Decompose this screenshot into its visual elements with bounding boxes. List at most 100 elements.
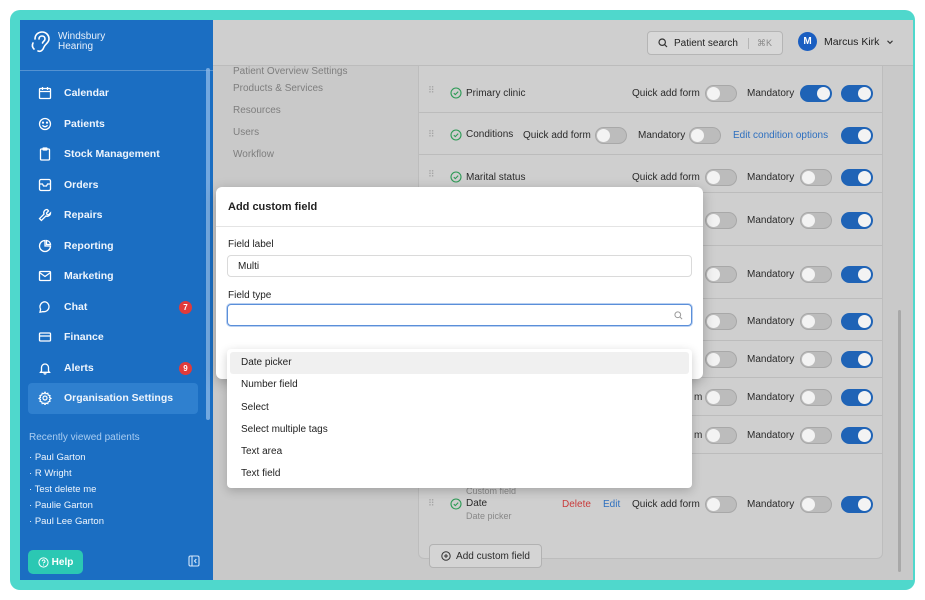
option-select[interactable]: Select bbox=[230, 397, 689, 419]
sidebar-item-stock-management[interactable]: Stock Management bbox=[28, 139, 198, 170]
collapse-sidebar-icon[interactable] bbox=[188, 555, 200, 567]
settings-item-products-services[interactable]: Products & Services bbox=[233, 78, 393, 100]
recent-patient-link[interactable]: · R Wright bbox=[29, 466, 204, 482]
field-label: Primary clinic bbox=[466, 88, 526, 99]
sidebar-item-label: Organisation Settings bbox=[64, 392, 174, 405]
sidebar-item-reporting[interactable]: Reporting bbox=[28, 231, 198, 262]
recent-patient-link[interactable]: · Paul Lee Garton bbox=[29, 514, 204, 530]
option-text-field[interactable]: Text field bbox=[230, 463, 689, 485]
delete-field-link[interactable]: Delete bbox=[562, 499, 591, 510]
field-type-caption: Date picker bbox=[466, 511, 512, 521]
mandatory-toggle[interactable] bbox=[800, 313, 832, 330]
quick-add-form-label: Quick add form bbox=[632, 172, 700, 183]
option-select-multiple-tags[interactable]: Select multiple tags bbox=[230, 419, 689, 441]
mandatory-toggle[interactable] bbox=[800, 389, 832, 406]
settings-item-workflow[interactable]: Workflow bbox=[233, 144, 393, 166]
option-date-picker[interactable]: Date picker bbox=[230, 352, 689, 375]
enabled-toggle[interactable] bbox=[841, 85, 873, 102]
edit-field-link[interactable]: Edit bbox=[603, 499, 620, 510]
chevron-down-icon bbox=[887, 39, 894, 44]
quick-add-form-toggle[interactable] bbox=[705, 389, 737, 406]
enabled-toggle[interactable] bbox=[841, 351, 873, 368]
quick-add-form-toggle[interactable] bbox=[705, 85, 737, 102]
mandatory-toggle[interactable] bbox=[800, 212, 832, 229]
recent-patient-link[interactable]: · Test delete me bbox=[29, 482, 204, 498]
patient-search-label: Patient search bbox=[674, 37, 738, 49]
help-icon bbox=[38, 556, 49, 568]
quick-add-form-toggle[interactable] bbox=[705, 313, 737, 330]
quick-add-form-toggle[interactable] bbox=[595, 127, 627, 144]
sidebar-item-chat[interactable]: Chat 7 bbox=[28, 292, 198, 323]
mandatory-toggle[interactable] bbox=[800, 496, 832, 513]
add-custom-field-button[interactable]: Add custom field bbox=[429, 544, 542, 568]
mandatory-toggle[interactable] bbox=[800, 266, 832, 283]
quick-add-form-toggle[interactable] bbox=[705, 427, 737, 444]
quick-add-form-toggle[interactable] bbox=[705, 169, 737, 186]
sidebar-item-label: Calendar bbox=[64, 87, 109, 100]
enabled-toggle[interactable] bbox=[841, 427, 873, 444]
enabled-toggle[interactable] bbox=[841, 389, 873, 406]
avatar: M bbox=[798, 32, 817, 51]
enabled-toggle[interactable] bbox=[841, 266, 873, 283]
quick-add-form-toggle[interactable] bbox=[705, 212, 737, 229]
sidebar-item-calendar[interactable]: Calendar bbox=[28, 78, 198, 109]
plus-circle-icon bbox=[441, 551, 451, 561]
mandatory-label: Mandatory bbox=[747, 316, 795, 327]
enabled-toggle[interactable] bbox=[841, 127, 873, 144]
sidebar-item-label: Orders bbox=[64, 178, 99, 191]
mandatory-toggle[interactable] bbox=[800, 351, 832, 368]
recent-patient-link[interactable]: · Paul Garton bbox=[29, 450, 204, 466]
mandatory-toggle[interactable] bbox=[800, 169, 832, 186]
option-number-field[interactable]: Number field bbox=[230, 374, 689, 396]
chat-unread-badge: 7 bbox=[179, 300, 192, 314]
enabled-toggle[interactable] bbox=[841, 313, 873, 330]
settings-item-resources[interactable]: Resources bbox=[233, 100, 393, 122]
mandatory-toggle[interactable] bbox=[800, 85, 832, 102]
mail-icon bbox=[38, 269, 52, 283]
user-menu[interactable]: M Marcus Kirk bbox=[798, 32, 894, 51]
sidebar-nav: Calendar Patients Stock Management Order… bbox=[28, 78, 198, 414]
sidebar-item-orders[interactable]: Orders bbox=[28, 170, 198, 201]
option-text-area[interactable]: Text area bbox=[230, 441, 689, 463]
field-type-dropdown: Date picker Number field Select Select m… bbox=[227, 349, 692, 488]
pie-chart-icon bbox=[38, 239, 52, 253]
mandatory-toggle[interactable] bbox=[689, 127, 721, 144]
drag-handle-icon[interactable]: ⠿ bbox=[428, 85, 435, 96]
recent-patients-title: Recently viewed patients bbox=[29, 432, 140, 443]
check-circle-icon bbox=[450, 129, 462, 141]
edit-condition-options-link[interactable]: Edit condition options bbox=[733, 130, 828, 141]
sidebar-item-patients[interactable]: Patients bbox=[28, 109, 198, 140]
settings-item-patient-overview[interactable]: Patient Overview Settings bbox=[233, 66, 393, 78]
enabled-toggle[interactable] bbox=[841, 496, 873, 513]
brand-logo[interactable]: Windsbury Hearing bbox=[30, 30, 105, 54]
sidebar-item-label: Patients bbox=[64, 117, 105, 130]
patient-search-button[interactable]: Patient search ⌘K bbox=[647, 31, 783, 55]
settings-item-users[interactable]: Users bbox=[233, 122, 393, 144]
sidebar-item-organisation-settings[interactable]: Organisation Settings bbox=[28, 383, 198, 414]
field-label-input[interactable]: Multi bbox=[227, 255, 692, 277]
field-label: Date bbox=[466, 498, 488, 509]
chat-icon bbox=[38, 300, 52, 314]
ear-logo-icon bbox=[31, 31, 50, 53]
sidebar-item-finance[interactable]: Finance bbox=[28, 322, 198, 353]
quick-add-form-toggle[interactable] bbox=[705, 496, 737, 513]
sidebar-item-repairs[interactable]: Repairs bbox=[28, 200, 198, 231]
help-button[interactable]: Help bbox=[28, 550, 83, 574]
sidebar-item-marketing[interactable]: Marketing bbox=[28, 261, 198, 292]
user-name: Marcus Kirk bbox=[824, 35, 880, 48]
drag-handle-icon[interactable]: ⠿ bbox=[428, 129, 435, 140]
quick-add-form-toggle[interactable] bbox=[705, 266, 737, 283]
enabled-toggle[interactable] bbox=[841, 169, 873, 186]
enabled-toggle[interactable] bbox=[841, 212, 873, 229]
quick-add-form-toggle[interactable] bbox=[705, 351, 737, 368]
drag-handle-icon[interactable]: ⠿ bbox=[428, 169, 435, 180]
top-header: Patient search ⌘K M Marcus Kirk bbox=[213, 20, 913, 66]
field-type-select[interactable] bbox=[227, 304, 692, 326]
drag-handle-icon[interactable]: ⠿ bbox=[428, 498, 435, 509]
mandatory-toggle[interactable] bbox=[800, 427, 832, 444]
sidebar-item-alerts[interactable]: Alerts 9 bbox=[28, 353, 198, 384]
main-scrollbar[interactable] bbox=[898, 310, 901, 572]
recent-patient-link[interactable]: · Paulie Garton bbox=[29, 498, 204, 514]
field-label-caption: Field label bbox=[228, 239, 274, 250]
sidebar-scrollbar[interactable] bbox=[206, 68, 210, 420]
